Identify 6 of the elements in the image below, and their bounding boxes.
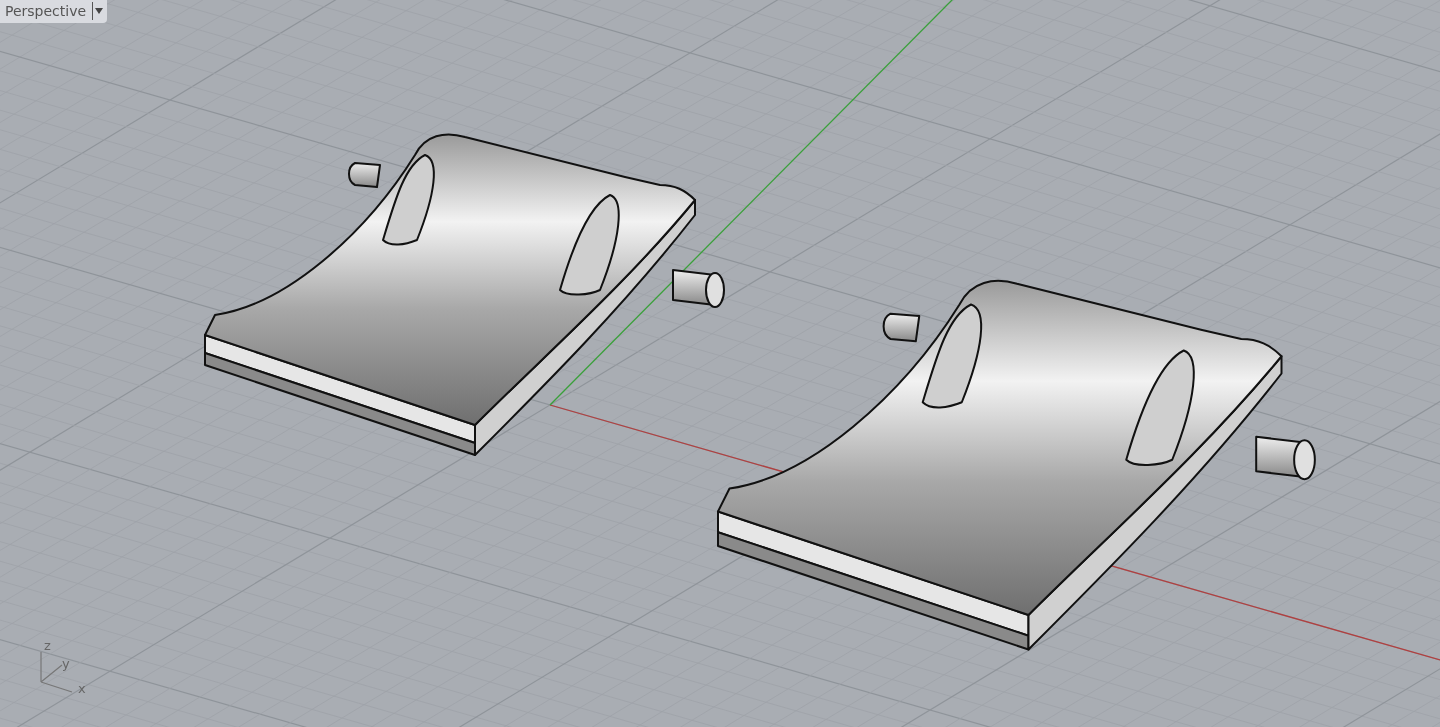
axis-label: y [62,656,70,671]
axis-indicator-icon [40,651,73,693]
axis-label: x [78,681,86,696]
dropdown-caret-icon[interactable] [95,8,104,14]
axis-label: z [44,638,51,653]
viewport-tab[interactable]: Perspective [0,0,108,23]
